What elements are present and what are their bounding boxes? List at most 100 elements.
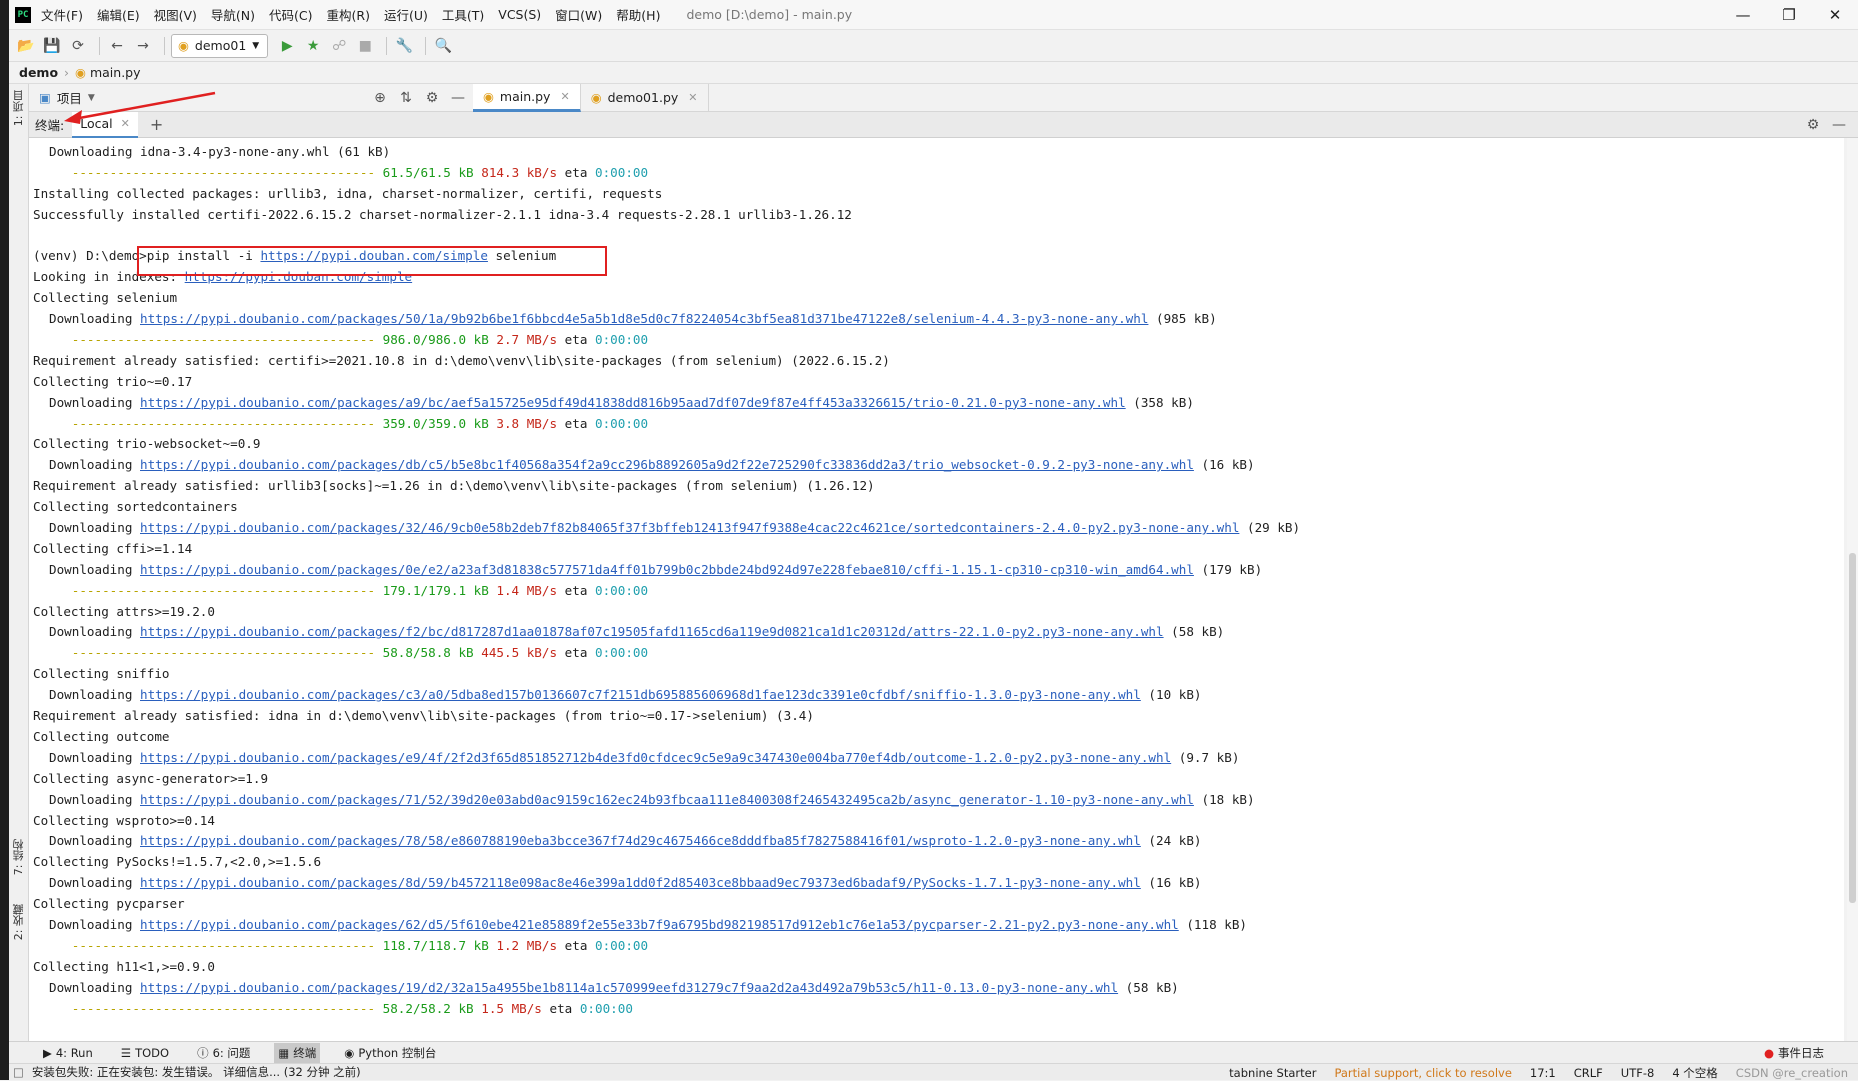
tab-label: demo01.py xyxy=(607,90,679,105)
status-right-group: tabnine Starter Partial support, click t… xyxy=(1229,1064,1848,1081)
breadcrumb: demo › ◉ main.py xyxy=(9,62,1858,84)
open-folder-icon[interactable]: 📂 xyxy=(15,35,37,57)
debug-bug-icon[interactable]: ★ xyxy=(302,35,324,57)
terminal-link[interactable]: https://pypi.doubanio.com/packages/62/d5… xyxy=(140,917,1179,932)
close-icon[interactable]: ✕ xyxy=(688,91,697,104)
status-window-icon[interactable]: □ xyxy=(13,1065,24,1079)
command-highlight-box xyxy=(137,246,607,276)
close-icon[interactable]: ✕ xyxy=(560,90,569,103)
eta-value: 0:00:00 xyxy=(595,582,649,598)
terminal-link[interactable]: https://pypi.doubanio.com/packages/19/d2… xyxy=(140,980,1118,995)
left-tool-window-stripe: 1: 项目 7: 结构 2: 收藏 xyxy=(9,84,29,1042)
python-console-tool-button[interactable]: ◉ Python 控制台 xyxy=(340,1043,440,1063)
terminal-link[interactable]: https://pypi.doubanio.com/packages/0e/e2… xyxy=(140,562,1194,577)
sync-icon[interactable]: ⟳ xyxy=(67,35,89,57)
run-icon[interactable]: ▶ xyxy=(276,35,298,57)
partial-support-link[interactable]: Partial support, click to resolve xyxy=(1334,1066,1511,1080)
terminal-line: Downloading idna-3.4-py3-none-any.whl (6… xyxy=(33,142,1844,163)
favorites-tool-button[interactable]: 2: 收藏 xyxy=(11,904,27,940)
terminal-line: Collecting sniffio xyxy=(33,664,1844,685)
menu-item[interactable]: 窗口(W) xyxy=(555,5,602,24)
breadcrumb-file[interactable]: main.py xyxy=(90,65,141,80)
problems-tool-button[interactable]: ⓘ 6: 问题 xyxy=(193,1043,254,1063)
menu-item[interactable]: 导航(N) xyxy=(211,5,255,24)
eta-label: eta xyxy=(549,1000,573,1016)
coverage-icon[interactable]: ☍ xyxy=(328,35,350,57)
stop-icon[interactable]: ■ xyxy=(354,35,376,57)
tab-demo01-py[interactable]: ◉ demo01.py ✕ xyxy=(581,83,709,112)
menu-item[interactable]: 文件(F) xyxy=(41,5,83,24)
terminal-text: Downloading xyxy=(49,311,140,327)
hide-panel-icon[interactable]: — xyxy=(1828,114,1850,136)
terminal-text: Downloading xyxy=(49,561,140,577)
tabnine-status[interactable]: tabnine Starter xyxy=(1229,1066,1316,1080)
run-tool-button[interactable]: ▶ 4: Run xyxy=(39,1043,97,1063)
terminal-text: Downloading xyxy=(49,979,140,995)
eta-value: 0:00:00 xyxy=(595,415,649,431)
indent-setting[interactable]: 4 个空格 xyxy=(1672,1065,1717,1081)
terminal-link[interactable]: https://pypi.doubanio.com/packages/78/58… xyxy=(140,833,1141,848)
download-rate: 445.5 kB/s xyxy=(481,645,558,661)
maximize-icon[interactable]: ❐ xyxy=(1766,0,1812,30)
terminal-link[interactable]: https://pypi.doubanio.com/packages/50/1a… xyxy=(140,311,1148,326)
terminal-link[interactable]: https://pypi.doubanio.com/packages/db/c5… xyxy=(140,457,1194,472)
back-arrow-icon[interactable]: ← xyxy=(106,35,128,57)
run-config-selector[interactable]: ◉ demo01 ▼ xyxy=(171,33,269,58)
minimize-icon[interactable]: — xyxy=(1720,0,1766,30)
terminal-scrollbar-thumb[interactable] xyxy=(1849,553,1856,903)
menu-item[interactable]: 重构(R) xyxy=(327,5,370,24)
close-window-icon[interactable]: ✕ xyxy=(1812,0,1858,30)
terminal-icon: ▦ xyxy=(278,1045,290,1060)
eta-value: 0:00:00 xyxy=(595,332,649,348)
terminal-link[interactable]: https://pypi.doubanio.com/packages/71/52… xyxy=(140,792,1194,807)
menu-item[interactable]: 代码(C) xyxy=(269,5,312,24)
eta-label: eta xyxy=(564,164,588,180)
terminal-line: Downloading https://pypi.doubanio.com/pa… xyxy=(33,518,1844,539)
terminal-link[interactable]: https://pypi.doubanio.com/packages/8d/59… xyxy=(140,875,1141,890)
gear-icon[interactable]: ⚙ xyxy=(421,87,443,109)
breadcrumb-project[interactable]: demo xyxy=(19,65,58,80)
save-all-icon[interactable]: 💾 xyxy=(41,35,63,57)
todo-tool-button[interactable]: ☰ TODO xyxy=(117,1043,173,1063)
menu-item[interactable]: 帮助(H) xyxy=(616,5,660,24)
terminal-link[interactable]: https://pypi.doubanio.com/packages/a9/bc… xyxy=(140,395,1126,410)
cursor-position[interactable]: 17:1 xyxy=(1530,1066,1556,1080)
hide-panel-icon[interactable]: — xyxy=(447,87,469,109)
file-encoding[interactable]: UTF-8 xyxy=(1621,1066,1655,1080)
terminal-link[interactable]: https://pypi.doubanio.com/packages/e9/4f… xyxy=(140,750,1171,765)
terminal-line: Successfully installed certifi-2022.6.15… xyxy=(33,205,1844,226)
project-tool-button[interactable]: 1: 项目 xyxy=(11,90,27,126)
terminal-text: Downloading xyxy=(49,916,140,932)
terminal-text: Collecting sniffio xyxy=(33,666,170,682)
event-log-button[interactable]: ● 事件日志 xyxy=(1760,1043,1828,1063)
menu-item[interactable]: 编辑(E) xyxy=(97,5,140,24)
locate-target-icon[interactable]: ⊕ xyxy=(369,87,391,109)
gear-icon[interactable]: ⚙ xyxy=(1802,114,1824,136)
terminal-link[interactable]: https://pypi.doubanio.com/packages/c3/a0… xyxy=(140,687,1141,702)
menu-item[interactable]: 工具(T) xyxy=(442,5,484,24)
toolbar-separator xyxy=(425,36,427,55)
wrench-settings-icon[interactable]: 🔧 xyxy=(393,35,415,57)
status-bar: □ 安装包失败: 正在安装包: 发生错误。 详细信息... (32 分钟 之前)… xyxy=(9,1063,1858,1080)
structure-tool-button[interactable]: 7: 结构 xyxy=(11,839,27,875)
terminal-link[interactable]: https://pypi.doubanio.com/packages/32/46… xyxy=(140,520,1239,535)
terminal-text: Collecting async-generator>=1.9 xyxy=(33,770,269,786)
tab-main-py[interactable]: ◉ main.py ✕ xyxy=(473,83,581,112)
forward-arrow-icon[interactable]: → xyxy=(132,35,154,57)
csdn-watermark: CSDN @re_creation xyxy=(1735,1065,1848,1080)
progress-amount: 359.0/359.0 kB xyxy=(382,415,489,431)
terminal-line: ----------------------------------------… xyxy=(33,163,1844,184)
terminal-link[interactable]: https://pypi.doubanio.com/packages/f2/bc… xyxy=(140,624,1164,639)
progress-bar: ---------------------------------------- xyxy=(71,1000,376,1016)
window-title: demo [D:\demo] - main.py xyxy=(686,7,853,22)
terminal-tool-button[interactable]: ▦ 终端 xyxy=(274,1042,321,1063)
menu-item[interactable]: VCS(S) xyxy=(498,7,541,22)
eta-label: eta xyxy=(564,582,588,598)
line-separator[interactable]: CRLF xyxy=(1574,1066,1603,1080)
terminal-text: Successfully installed certifi-2022.6.15… xyxy=(33,206,852,222)
collapse-icon[interactable]: ⇅ xyxy=(395,87,417,109)
menu-item[interactable]: 视图(V) xyxy=(154,5,197,24)
search-icon[interactable]: 🔍 xyxy=(432,35,454,57)
status-message[interactable]: 安装包失败: 正在安装包: 发生错误。 详细信息... (32 分钟 之前) xyxy=(32,1064,361,1080)
menu-item[interactable]: 运行(U) xyxy=(384,5,428,24)
